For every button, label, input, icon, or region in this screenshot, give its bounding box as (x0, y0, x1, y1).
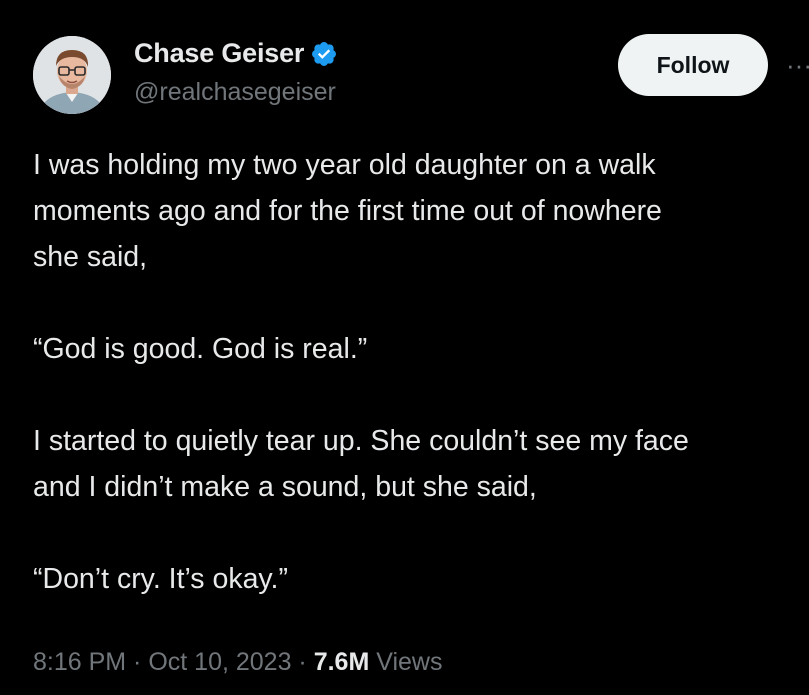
tweet-paragraph: I started to quietly tear up. She couldn… (33, 425, 689, 503)
tweet-meta: 8:16 PM · Oct 10, 2023 · 7.6M Views (33, 648, 443, 677)
follow-button[interactable]: Follow (618, 34, 768, 96)
tweet-time[interactable]: 8:16 PM (33, 648, 126, 676)
more-options-icon[interactable]: ··· (786, 52, 809, 78)
views-count[interactable]: 7.6M (314, 648, 370, 676)
author-handle[interactable]: @realchasegeiser (134, 78, 336, 107)
tweet-paragraph: “Don’t cry. It’s okay.” (33, 563, 288, 595)
author-display-name[interactable]: Chase Geiser (134, 38, 304, 69)
meta-separator: · (126, 648, 149, 676)
author-name-row: Chase Geiser (134, 38, 338, 69)
tweet-paragraph: I was holding my two year old daughter o… (33, 149, 662, 273)
avatar[interactable] (33, 36, 111, 114)
meta-separator: · (291, 648, 314, 676)
views-label[interactable]: Views (376, 648, 442, 676)
tweet-date[interactable]: Oct 10, 2023 (148, 648, 291, 676)
tweet-text: I was holding my two year old daughter o… (33, 142, 809, 612)
tweet-paragraph: “God is good. God is real.” (33, 333, 368, 365)
avatar-photo (33, 36, 111, 114)
tweet-header: Chase Geiser @realchasegeiser Follow ··· (0, 0, 809, 130)
verified-badge-icon[interactable] (310, 40, 338, 68)
